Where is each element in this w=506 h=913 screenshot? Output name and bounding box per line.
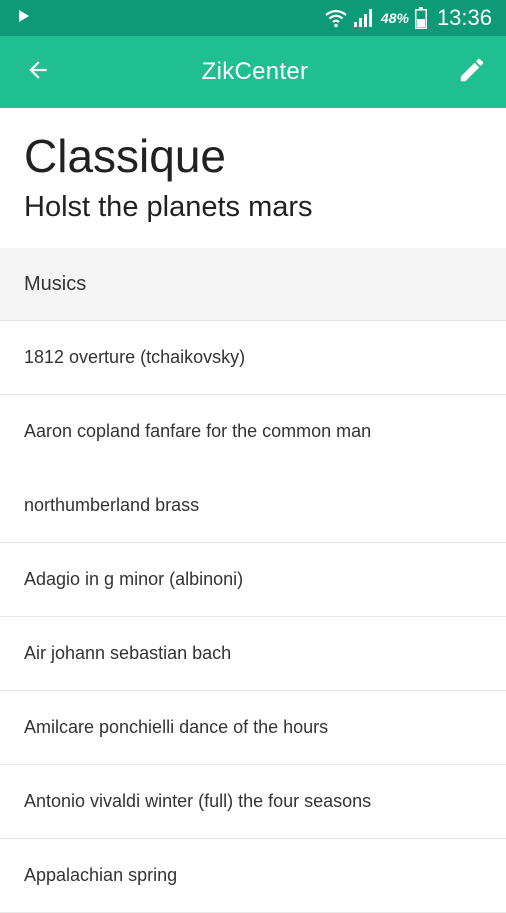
battery-percent: 48% — [380, 10, 409, 26]
section-header: Musics — [0, 248, 506, 321]
back-button[interactable] — [20, 54, 56, 90]
status-right: 48% 13:36 — [325, 5, 492, 31]
clock: 13:36 — [436, 5, 492, 30]
track-item[interactable]: Antonio vivaldi winter (full) the four s… — [0, 765, 506, 839]
track-item[interactable]: northumberland brass — [0, 469, 506, 543]
track-item[interactable]: Adagio in g minor (albinoni) — [0, 543, 506, 617]
app-title: ZikCenter — [201, 58, 309, 85]
playlist-header: Classique Holst the planets mars — [0, 108, 506, 248]
track-title: 1812 overture (tchaikovsky) — [24, 347, 246, 367]
track-title: Adagio in g minor (albinoni) — [24, 569, 244, 589]
wifi-icon — [325, 8, 347, 28]
track-item[interactable]: Air johann sebastian bach — [0, 617, 506, 691]
track-title: Aaron copland fanfare for the common man — [24, 421, 372, 441]
arrow-left-icon — [25, 57, 51, 88]
status-bar: 48% 13:36 — [0, 0, 506, 36]
status-left — [18, 9, 30, 28]
signal-icon — [353, 8, 375, 28]
track-title: Antonio vivaldi winter (full) the four s… — [24, 791, 372, 811]
track-item[interactable]: 1812 overture (tchaikovsky) — [0, 321, 506, 395]
track-item[interactable]: Aaron copland fanfare for the common man — [0, 395, 506, 469]
playlist-title: Classique — [24, 130, 226, 182]
track-title: Air johann sebastian bach — [24, 643, 232, 663]
pencil-icon — [457, 55, 487, 90]
track-item[interactable]: Amilcare ponchielli dance of the hours — [0, 691, 506, 765]
track-list: 1812 overture (tchaikovsky) Aaron coplan… — [0, 321, 506, 913]
edit-button[interactable] — [454, 54, 490, 90]
track-item[interactable]: Appalachian spring — [0, 839, 506, 913]
battery-icon — [414, 7, 427, 29]
play-icon — [18, 9, 30, 28]
playlist-subtitle: Holst the planets mars — [24, 191, 313, 223]
app-bar: ZikCenter — [0, 36, 506, 108]
track-title: Amilcare ponchielli dance of the hours — [24, 717, 329, 737]
track-title: Appalachian spring — [24, 865, 178, 885]
track-title: northumberland brass — [24, 495, 200, 515]
